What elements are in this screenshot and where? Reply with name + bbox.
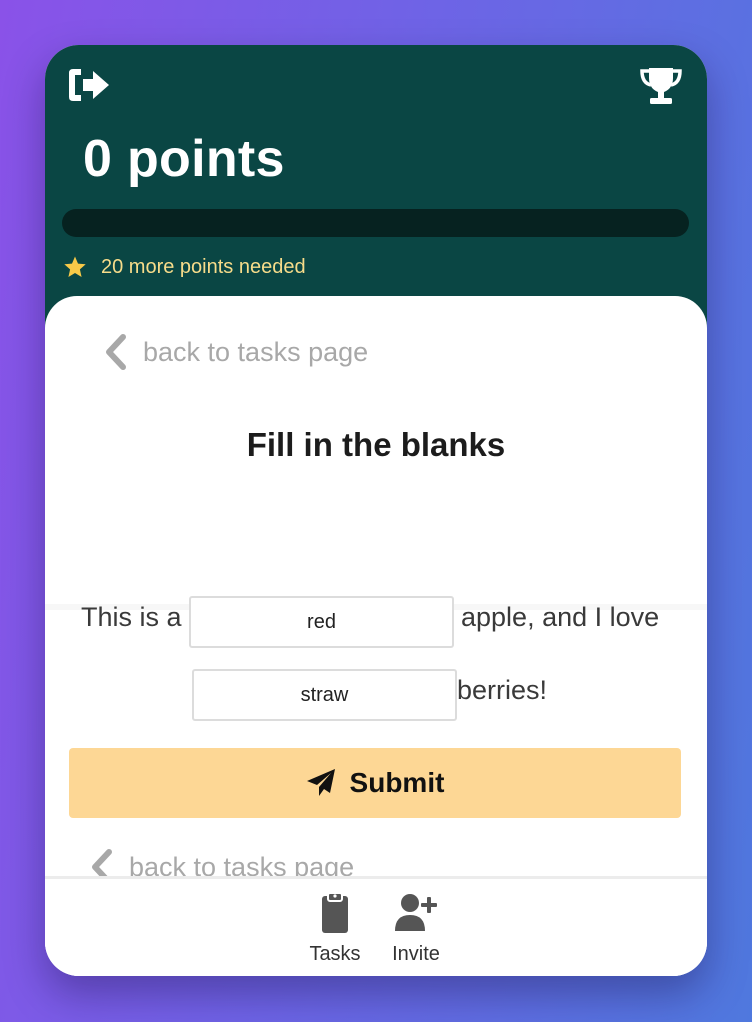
points-needed-text: 20 more points needed [101, 255, 306, 278]
star-icon [64, 256, 86, 277]
chevron-left-icon [106, 334, 126, 370]
logout-icon[interactable] [67, 65, 111, 105]
trophy-icon[interactable] [639, 65, 683, 107]
sentence-text-1: This is a [81, 602, 182, 632]
sentence-text-3: berries! [457, 675, 548, 705]
bottom-nav: Tasks Invite [45, 876, 707, 976]
nav-invite-label: Invite [392, 943, 440, 965]
task-content: back to tasks page Fill in the blanks Th… [45, 296, 707, 976]
points-needed-row: 20 more points needed [63, 255, 306, 279]
nav-tasks[interactable]: Tasks [303, 891, 367, 966]
nav-tasks-label: Tasks [309, 943, 361, 965]
page-title: Fill in the blanks [246, 426, 506, 463]
blank-input-2[interactable] [192, 669, 457, 721]
submit-button[interactable]: Submit [69, 748, 681, 818]
blank-input-1[interactable] [189, 596, 454, 648]
sentence-text-2: apple, and I love [461, 602, 660, 632]
back-to-tasks-link[interactable]: back to tasks page [103, 332, 368, 372]
submit-label: Submit [349, 767, 445, 798]
app-frame: 0 points 20 more points needed back to t… [45, 45, 707, 976]
clipboard-icon [322, 892, 348, 933]
points-total: 0 points [83, 130, 285, 188]
user-plus-icon [395, 894, 437, 931]
paper-plane-icon [306, 769, 335, 796]
points-progress-bar [62, 209, 689, 237]
back-link-label: back to tasks page [143, 336, 369, 367]
nav-invite[interactable]: Invite [385, 891, 447, 966]
